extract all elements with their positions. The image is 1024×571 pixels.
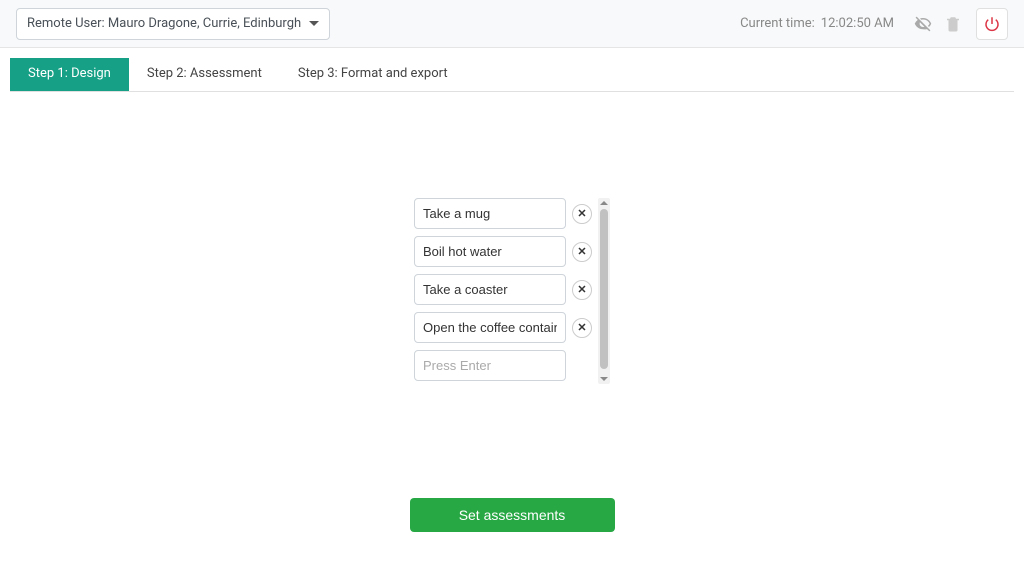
topbar: Remote User: Mauro Dragone, Currie, Edin…: [0, 0, 1024, 48]
task-row: ✕: [414, 274, 592, 305]
delete-task-button[interactable]: ✕: [572, 280, 592, 300]
task-scrollbar[interactable]: [598, 198, 610, 384]
scroll-thumb[interactable]: [600, 209, 608, 369]
current-time-label: Current time:: [740, 16, 815, 31]
tab-label: Step 2: Assessment: [147, 66, 262, 81]
remote-user-label: Remote User: Mauro Dragone, Currie, Edin…: [27, 16, 301, 31]
task-row: ✕: [414, 312, 592, 343]
current-time-value: 12:02:50 AM: [821, 16, 894, 31]
task-list: ✕ ✕ ✕ ✕: [414, 198, 592, 388]
button-label: Set assessments: [459, 507, 566, 523]
new-task-input[interactable]: [414, 350, 566, 381]
main-content: ✕ ✕ ✕ ✕ Set assessments: [0, 92, 1024, 532]
task-input[interactable]: [414, 236, 566, 267]
task-input[interactable]: [414, 198, 566, 229]
remote-user-select[interactable]: Remote User: Mauro Dragone, Currie, Edin…: [16, 8, 330, 40]
step-tabs: Step 1: Design Step 2: Assessment Step 3…: [10, 58, 1014, 92]
trash-icon[interactable]: [942, 13, 964, 35]
task-input[interactable]: [414, 312, 566, 343]
power-button[interactable]: [976, 8, 1008, 40]
task-panel: ✕ ✕ ✕ ✕: [414, 198, 610, 388]
delete-task-button[interactable]: ✕: [572, 242, 592, 262]
visibility-off-icon[interactable]: [912, 13, 934, 35]
tab-format-export[interactable]: Step 3: Format and export: [280, 58, 466, 91]
scroll-up-icon: [600, 201, 608, 205]
new-task-row: [414, 350, 592, 381]
chevron-down-icon: [309, 21, 319, 26]
tab-label: Step 1: Design: [28, 66, 111, 81]
task-row: ✕: [414, 198, 592, 229]
power-icon: [983, 15, 1001, 33]
tab-label: Step 3: Format and export: [298, 66, 448, 81]
delete-task-button[interactable]: ✕: [572, 318, 592, 338]
set-assessments-button[interactable]: Set assessments: [410, 498, 615, 532]
tab-assessment[interactable]: Step 2: Assessment: [129, 58, 280, 91]
scroll-down-icon: [600, 377, 608, 381]
delete-task-button[interactable]: ✕: [572, 204, 592, 224]
tab-design[interactable]: Step 1: Design: [10, 58, 129, 91]
task-input[interactable]: [414, 274, 566, 305]
task-row: ✕: [414, 236, 592, 267]
